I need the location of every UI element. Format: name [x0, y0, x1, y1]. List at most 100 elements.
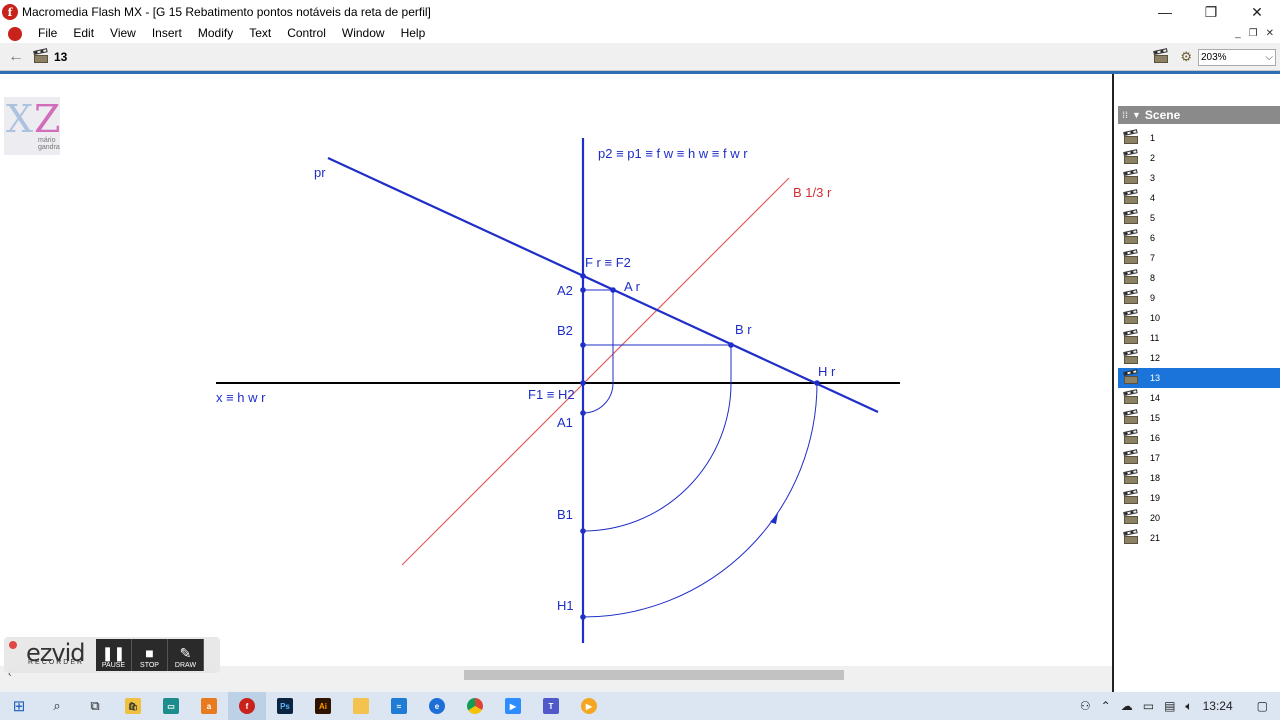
notification-icon[interactable]: ▢	[1257, 699, 1268, 713]
grip-icon[interactable]: ⁞⁞	[1122, 110, 1128, 120]
scene-panel-title: Scene	[1144, 108, 1181, 122]
edit-symbols-icon[interactable]: ⚙	[1180, 49, 1192, 65]
zoom-app-button[interactable]: ▶	[494, 692, 532, 720]
scene-list-item[interactable]: 2	[1118, 148, 1280, 168]
scene-list-item-label: 17	[1150, 453, 1161, 463]
menu-insert[interactable]: Insert	[144, 24, 190, 43]
clapperboard-icon	[1123, 229, 1138, 244]
point-a2	[580, 287, 586, 293]
scene-list-item[interactable]: 1	[1118, 128, 1280, 148]
scene-list-item[interactable]: 3	[1118, 168, 1280, 188]
menu-modify[interactable]: Modify	[190, 24, 241, 43]
menu-view[interactable]: View	[102, 24, 144, 43]
task-view-button[interactable]: ⧉	[76, 692, 114, 720]
scene-list-item[interactable]: 16	[1118, 428, 1280, 448]
minimize-button[interactable]: —	[1142, 0, 1188, 24]
edge-button[interactable]: e	[418, 692, 456, 720]
scene-list-item[interactable]: 18	[1118, 468, 1280, 488]
stage[interactable]: X Z mário gandra pr p2 ≡ p1 ≡ f w ≡ h w …	[0, 74, 1112, 666]
pen-icon: ✎	[179, 645, 192, 661]
scene-list-item[interactable]: 17	[1118, 448, 1280, 468]
teams-button[interactable]: T	[532, 692, 570, 720]
illustrator-button[interactable]: Ai	[304, 692, 342, 720]
doc-close-button[interactable]: ✕	[1266, 28, 1274, 39]
explorer-button[interactable]	[342, 692, 380, 720]
scene-list-item[interactable]: 15	[1118, 408, 1280, 428]
cloud-icon[interactable]: ☁	[1121, 699, 1133, 713]
draw-button[interactable]: ✎ DRAW	[168, 639, 204, 671]
menu-help[interactable]: Help	[393, 24, 434, 43]
office-button[interactable]: a	[190, 692, 228, 720]
scene-list-item[interactable]: 12	[1118, 348, 1280, 368]
clapperboard-icon	[1123, 469, 1138, 484]
chat-button[interactable]: ▭	[152, 692, 190, 720]
photoshop-button[interactable]: Ps	[266, 692, 304, 720]
menu-file[interactable]: File	[30, 24, 65, 43]
battery-icon[interactable]: ▭	[1143, 699, 1154, 713]
chevron-up-icon[interactable]: ⌃	[1101, 699, 1111, 713]
clapperboard-icon	[1123, 409, 1138, 424]
back-arrow-icon[interactable]: ←	[8, 48, 24, 66]
scene-list-item-label: 7	[1150, 253, 1156, 263]
label-hr: H r	[818, 364, 836, 379]
scene-list-item[interactable]: 14	[1118, 388, 1280, 408]
start-button[interactable]: ⊞	[0, 692, 38, 720]
people-icon[interactable]: ⚇	[1080, 699, 1091, 713]
scene-list-item-label: 14	[1150, 393, 1161, 403]
scene-list-item[interactable]: 10	[1118, 308, 1280, 328]
edge-legacy-button[interactable]: ≈	[380, 692, 418, 720]
scene-list-item[interactable]: 6	[1118, 228, 1280, 248]
scene-list-item[interactable]: 20	[1118, 508, 1280, 528]
scene-panel-header[interactable]: ⁞⁞ ▼ Scene	[1118, 106, 1280, 124]
label-pr: pr	[314, 165, 326, 180]
doc-minimize-button[interactable]: _	[1235, 28, 1241, 39]
scene-list-item[interactable]: 13	[1118, 368, 1280, 388]
scene-list-item[interactable]: 9	[1118, 288, 1280, 308]
point-fr	[580, 273, 586, 279]
volume-icon[interactable]: 🔈︎	[1185, 699, 1192, 714]
pause-button[interactable]: ❚❚ PAUSE	[96, 639, 132, 671]
scene-list-item-label: 21	[1150, 533, 1161, 543]
scene-list-item[interactable]: 11	[1118, 328, 1280, 348]
edit-scene-icon[interactable]	[1153, 48, 1169, 63]
title-bar: f Macromedia Flash MX - [G 15 Rebatiment…	[0, 0, 1280, 24]
collapse-triangle-icon[interactable]: ▼	[1132, 110, 1141, 120]
flash-taskbar-button[interactable]: f	[228, 692, 266, 720]
windows-icon: ⊞	[12, 698, 26, 715]
scene-list-item[interactable]: 5	[1118, 208, 1280, 228]
window-title: Macromedia Flash MX - [G 15 Rebatimento …	[22, 5, 431, 19]
network-icon[interactable]: ▤	[1164, 699, 1175, 713]
search-button[interactable]: ⌕	[38, 692, 76, 720]
flash-icon: f	[239, 698, 255, 714]
clapperboard-icon	[1123, 509, 1138, 524]
clapperboard-icon	[1123, 329, 1138, 344]
zoom-select[interactable]: 203% ⌵	[1198, 48, 1276, 66]
restore-button[interactable]: ❐	[1188, 0, 1234, 24]
clapperboard-icon	[1123, 209, 1138, 224]
menu-window[interactable]: Window	[334, 24, 393, 43]
scene-list-item[interactable]: 8	[1118, 268, 1280, 288]
scene-list-item[interactable]: 7	[1118, 248, 1280, 268]
clapperboard-icon	[1123, 169, 1138, 184]
record-indicator-icon	[9, 641, 17, 649]
menu-text[interactable]: Text	[241, 24, 279, 43]
scroll-thumb[interactable]	[464, 670, 844, 680]
menu-control[interactable]: Control	[279, 24, 334, 43]
scene-list-item-label: 1	[1150, 133, 1156, 143]
chrome-button[interactable]	[456, 692, 494, 720]
close-button[interactable]: ✕	[1234, 0, 1280, 24]
media-player-button[interactable]: ▶	[570, 692, 608, 720]
store-button[interactable]: 🛍	[114, 692, 152, 720]
scene-list-item[interactable]: 21	[1118, 528, 1280, 548]
scene-list-item[interactable]: 19	[1118, 488, 1280, 508]
clapperboard-icon	[1123, 349, 1138, 364]
stop-button[interactable]: ■ STOP	[132, 639, 168, 671]
clock[interactable]: 13:24	[1203, 699, 1233, 713]
media-player-icon: ▶	[581, 698, 597, 714]
doc-restore-button[interactable]: ❐	[1249, 28, 1258, 39]
clapperboard-icon	[1123, 189, 1138, 204]
document-icon[interactable]	[8, 26, 22, 41]
point-f1	[580, 380, 586, 386]
menu-edit[interactable]: Edit	[65, 24, 102, 43]
scene-list-item[interactable]: 4	[1118, 188, 1280, 208]
